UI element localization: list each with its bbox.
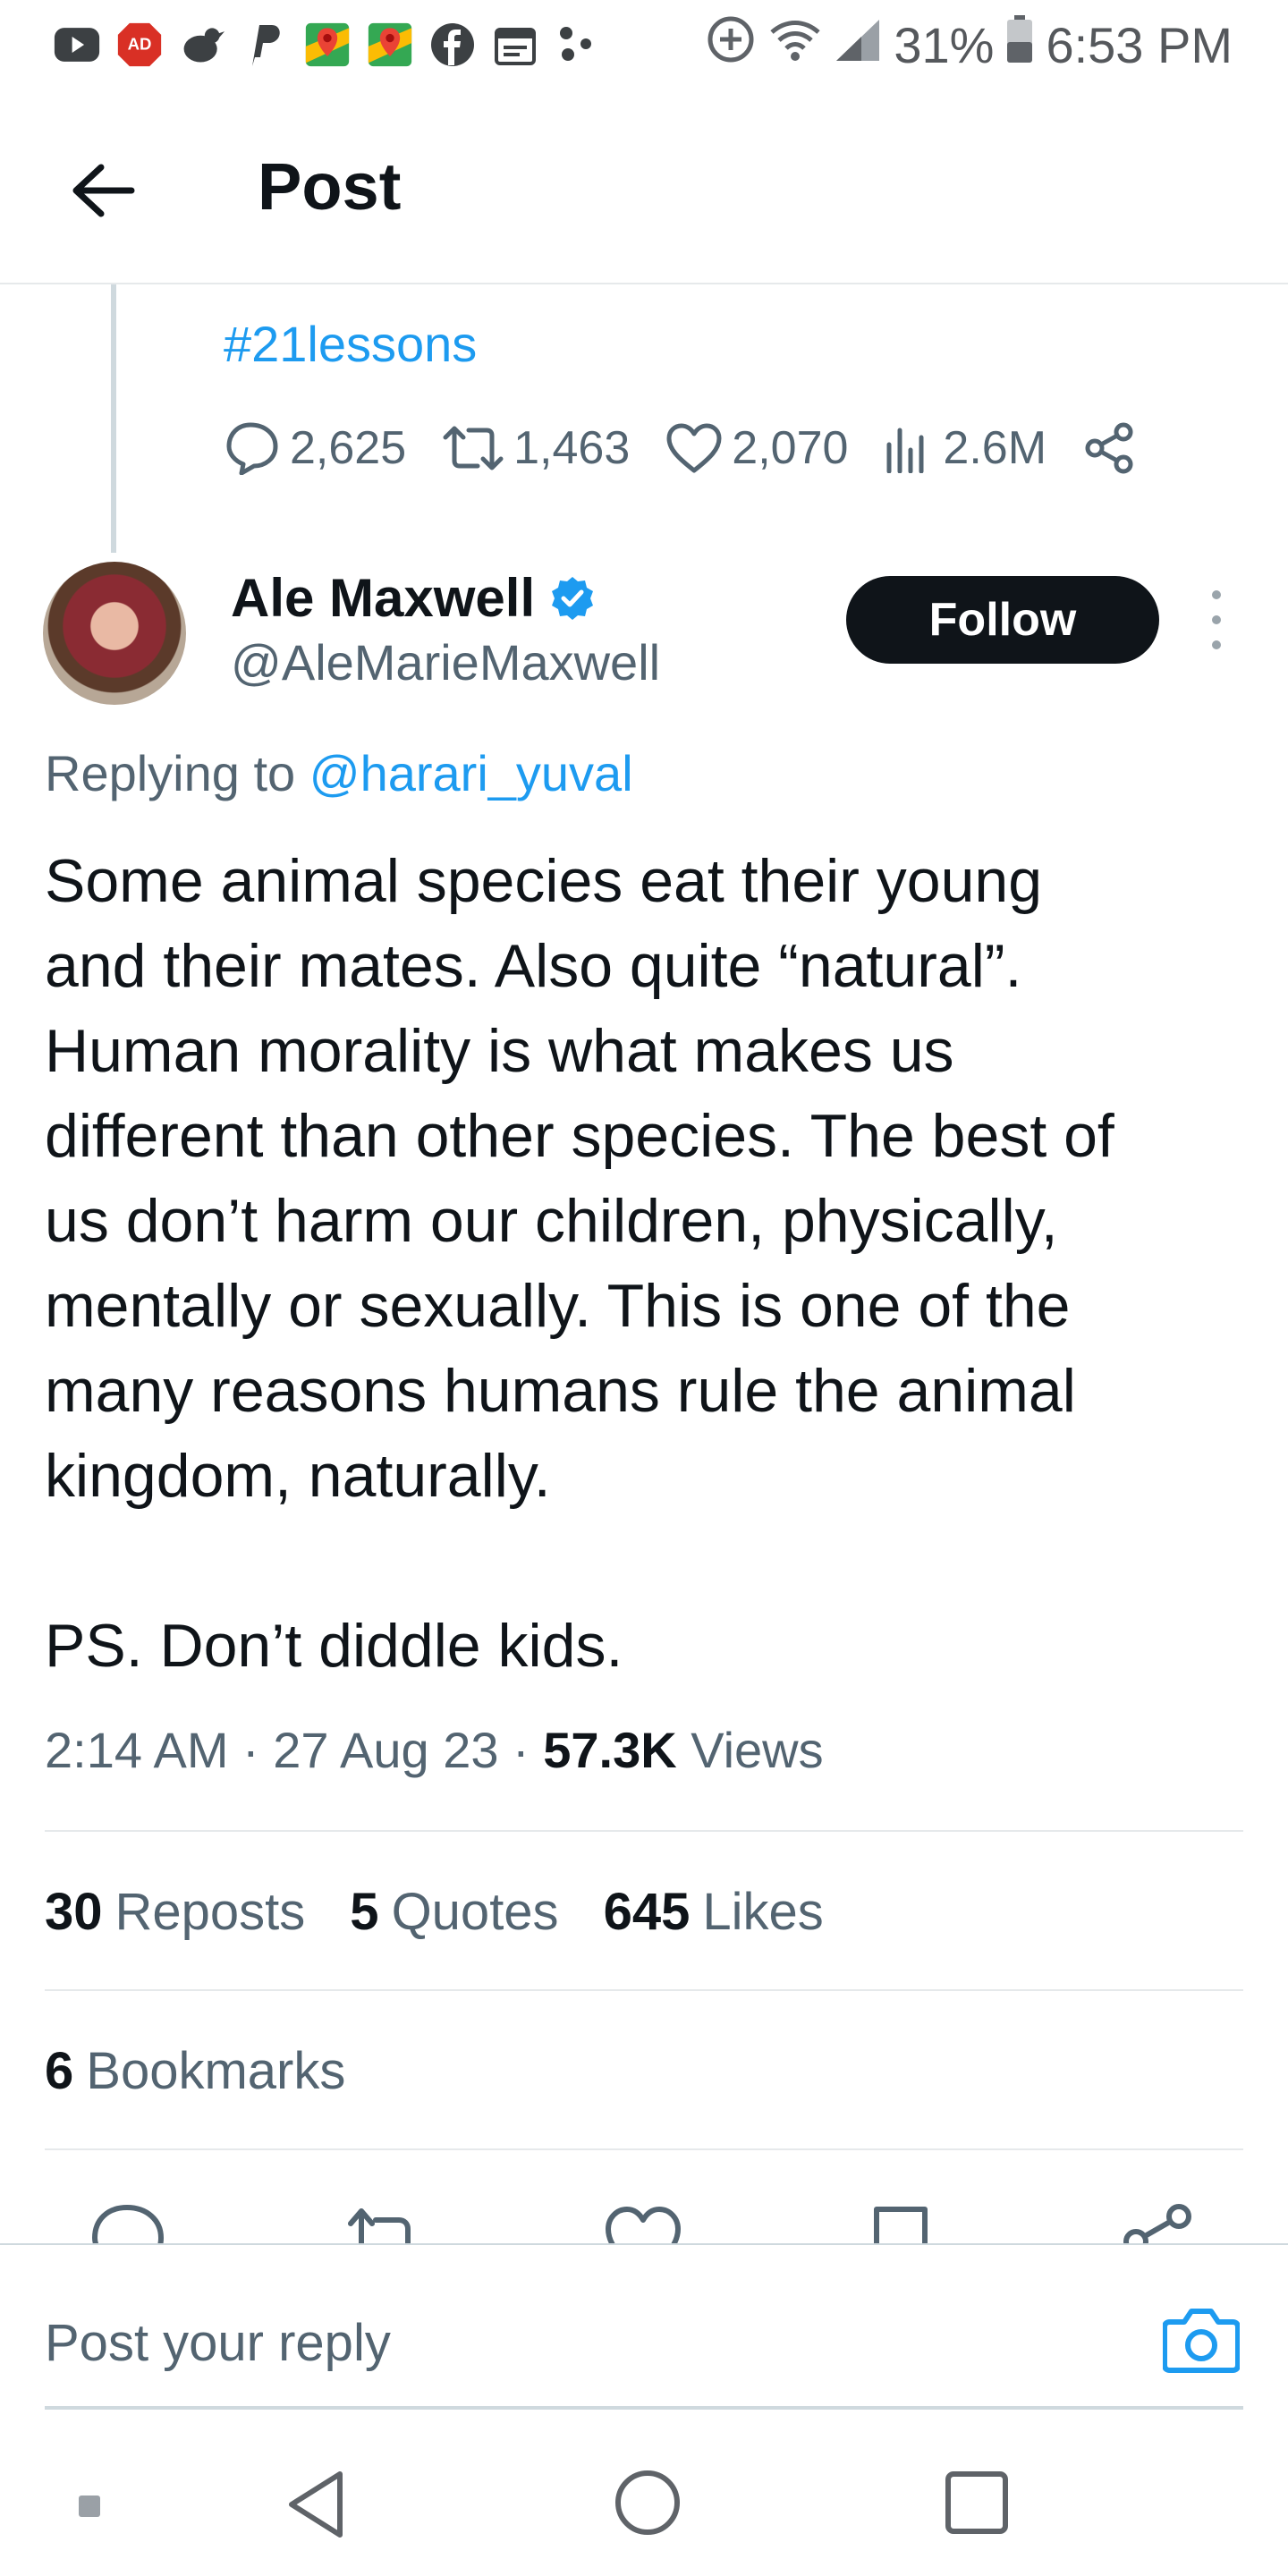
bird-icon [179,21,225,68]
replying-mention-link[interactable]: @harari_yuval [309,745,633,801]
data-saver-icon [706,14,756,76]
thread-connector [111,284,116,553]
more-dot [1212,615,1221,624]
reply-composer: Post your reply [0,2243,1288,2411]
repost-count: 1,463 [513,422,631,474]
reply-icon [226,422,278,475]
author-name-row[interactable]: Ale Maxwell [231,567,596,629]
ad-blocker-icon: AD [116,21,163,68]
svg-text:AD: AD [128,35,152,54]
repost-stat[interactable]: 1,463 [442,421,630,475]
reply-stat[interactable]: 2,625 [224,421,406,475]
more-dot [1212,640,1221,649]
youtube-icon [54,21,100,68]
heart-icon [666,423,722,473]
nav-recents-button[interactable] [945,2470,1009,2535]
reposts-label: Reposts [114,1883,306,1941]
battery-icon [1006,14,1033,75]
previous-tweet-stats: 2,625 1,463 2,070 2.6M [224,417,1172,479]
nav-recents-icon [945,2471,1008,2534]
reply-underline [45,2406,1243,2410]
nav-indicator-icon [77,2494,102,2519]
system-nav-bar [0,2415,1288,2576]
battery-percentage: 31% [894,16,995,73]
divider [45,1989,1243,1991]
quotes-link[interactable]: 5 Quotes [350,1882,558,1942]
more-dot [1212,590,1221,599]
author-handle[interactable]: @AleMarieMaxwell [231,633,660,691]
avatar[interactable] [43,562,186,705]
views-count: 2.6M [943,422,1047,474]
action-bar [0,2188,1288,2243]
system-status: 31% 6:53 PM [706,14,1233,75]
views-stat[interactable]: 2.6M [884,421,1046,475]
replying-to: Replying to @harari_yuval [45,744,633,802]
tweet-date[interactable]: 27 Aug 23 [273,1722,498,1778]
repost-icon [443,426,504,470]
dots-icon [555,21,601,68]
signal-icon [835,16,881,74]
quotes-label: Quotes [391,1883,559,1941]
nav-home-button[interactable] [614,2469,682,2537]
repost-action-icon[interactable] [343,2202,424,2243]
back-arrow-icon [72,164,135,217]
hashtag-link[interactable]: #21lessons [224,315,477,373]
analytics-icon [886,428,924,473]
nav-back-button[interactable] [284,2469,347,2540]
author-name: Ale Maxwell [231,568,536,628]
tweet-text: Some animal species eat their young and … [45,847,1114,1680]
share-stat[interactable] [1082,421,1136,475]
follow-button[interactable]: Follow [846,576,1159,664]
divider [45,2148,1243,2150]
page-title: Post [258,149,402,224]
reply-input[interactable]: Post your reply [45,2313,391,2373]
clock: 6:53 PM [1046,16,1233,73]
engagement-counts: 30 Reposts 5 Quotes 645 Likes [45,1882,824,1942]
wifi-icon [768,16,822,74]
reposts-number: 30 [45,1883,103,1941]
quotes-number: 5 [350,1883,379,1941]
reply-count: 2,625 [290,422,407,474]
nav-back-icon [289,2471,343,2538]
maps-icon [367,21,413,68]
reply-action-icon[interactable] [89,2202,170,2243]
likes-link[interactable]: 645 Likes [604,1882,824,1942]
like-stat[interactable]: 2,070 [665,421,848,475]
tweet-time[interactable]: 2:14 AM [45,1722,228,1778]
bookmarks-link[interactable]: 6 Bookmarks [45,2041,345,2101]
replying-prefix: Replying to [45,745,309,801]
bookmark-action-icon[interactable] [860,2202,941,2243]
verified-badge-icon [552,576,594,620]
divider [45,1830,1243,1832]
maps-icon [304,21,351,68]
likes-number: 645 [603,1883,691,1941]
facebook-icon [429,21,476,68]
nav-home-icon [615,2470,680,2535]
more-options-button[interactable] [1190,590,1243,649]
likes-label: Likes [702,1883,824,1941]
calendar-icon [492,21,538,68]
reposts-link[interactable]: 30 Reposts [45,1882,305,1942]
camera-icon[interactable] [1163,2302,1240,2374]
status-bar: AD 31% 6:53 PM [0,0,1288,89]
back-button[interactable] [63,152,140,229]
tweet-meta: 2:14 AM · 27 Aug 23 · 57.3K Views [45,1722,824,1778]
like-action-icon[interactable] [603,2202,683,2243]
like-count: 2,070 [732,422,849,474]
share-action-icon[interactable] [1118,2202,1199,2243]
paypal-icon [242,21,288,68]
tweet-views-label: Views [691,1722,824,1778]
bookmarks-number: 6 [45,2042,74,2100]
tweet-views-count: 57.3K [543,1722,677,1778]
app-header: Post [0,89,1288,284]
notification-icons: AD [54,18,601,72]
bookmarks-label: Bookmarks [86,2042,346,2100]
share-icon [1085,422,1133,474]
